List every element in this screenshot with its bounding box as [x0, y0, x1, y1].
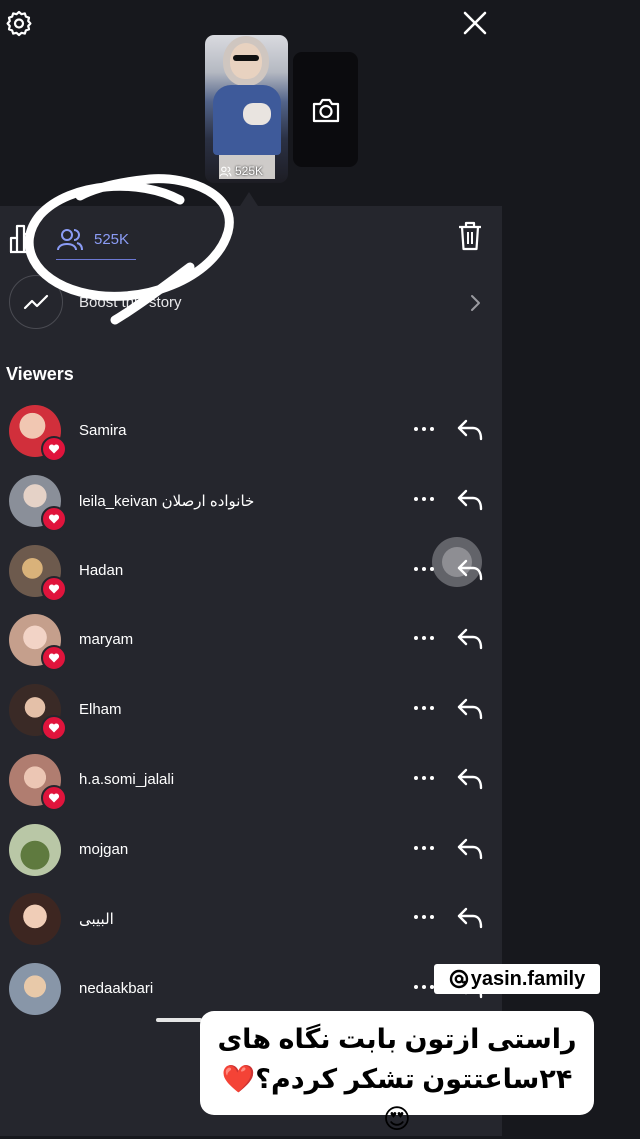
reply-icon[interactable] [455, 834, 485, 864]
reply-icon[interactable] [455, 624, 485, 654]
reply-icon[interactable] [455, 694, 485, 724]
more-options-icon[interactable] [412, 628, 436, 648]
bar-chart-icon[interactable] [8, 222, 36, 254]
more-options-icon[interactable] [412, 768, 436, 788]
thumbnail-view-count: 525K [219, 164, 263, 178]
like-badge [41, 715, 67, 741]
camera-icon [312, 98, 339, 122]
heart-icon [48, 444, 60, 454]
home-indicator [156, 1018, 202, 1022]
viewer-row[interactable]: Hadan [0, 535, 502, 605]
like-badge [41, 436, 67, 462]
avatar[interactable] [9, 963, 61, 1015]
reply-icon[interactable] [455, 555, 485, 585]
viewer-username[interactable]: maryam [79, 631, 133, 648]
viewer-row[interactable]: h.a.somi_jalali [0, 744, 502, 814]
tab-viewers[interactable]: 525K [56, 218, 136, 260]
viewer-username[interactable]: Samira [79, 422, 127, 439]
like-badge [41, 505, 67, 532]
close-icon[interactable] [460, 8, 490, 38]
viewer-username[interactable]: البیبی [79, 910, 114, 928]
viewer-row[interactable]: Elham [0, 674, 502, 744]
viewer-count: 525K [94, 230, 130, 248]
like-badge [41, 784, 67, 811]
mention-sticker[interactable]: yasin.family [434, 964, 600, 994]
reply-icon[interactable] [455, 903, 485, 933]
caption-line-1: راستی ازتون بابت نگاه های [217, 1024, 577, 1054]
caption-line-2: ۲۴ساعتتون تشکر کردم؟❤️😍 [221, 1064, 573, 1134]
tab-underline [56, 259, 136, 260]
viewer-username[interactable]: leila_keivan خانواده ارصلان [79, 492, 254, 510]
more-options-icon[interactable] [412, 977, 436, 997]
story-stats-tabs: 525K [0, 206, 502, 270]
viewer-row[interactable]: leila_keivan خانواده ارصلان [0, 465, 502, 535]
viewer-row[interactable]: maryam [0, 604, 502, 674]
story-thumbnail[interactable]: 525K [205, 35, 288, 183]
boost-label: Boost this story [79, 294, 182, 311]
thumbnail-person [230, 43, 262, 79]
story-preview-area: 525K [0, 0, 502, 206]
people-icon [219, 166, 232, 177]
reply-icon[interactable] [455, 764, 485, 794]
more-options-icon[interactable] [412, 907, 436, 927]
avatar[interactable] [9, 893, 61, 946]
viewers-heading: Viewers [6, 364, 74, 384]
boost-story-row[interactable]: Boost this story [0, 272, 502, 334]
heart-icon [48, 583, 60, 593]
chevron-right-icon [471, 295, 480, 311]
add-story-camera-button[interactable] [293, 52, 358, 167]
heart-icon [48, 653, 60, 663]
heart-icon [48, 514, 60, 524]
like-badge [41, 575, 67, 602]
gear-icon[interactable] [5, 9, 33, 37]
reply-icon[interactable] [455, 415, 485, 445]
reply-icon[interactable] [455, 485, 485, 515]
story-viewers-screen: 525K 525K Boost this story Viewers Samir… [0, 0, 502, 1136]
more-options-icon[interactable] [412, 838, 436, 858]
mention-username: yasin.family [470, 967, 586, 990]
viewer-username[interactable]: Elham [79, 701, 122, 718]
people-icon [57, 229, 83, 251]
viewer-row[interactable]: البیبی [0, 883, 502, 953]
more-options-icon[interactable] [412, 698, 436, 718]
viewer-row[interactable]: mojgan [0, 814, 502, 884]
more-options-icon[interactable] [412, 559, 436, 579]
trend-up-icon [23, 294, 49, 310]
viewer-username[interactable]: mojgan [79, 841, 128, 858]
viewer-username[interactable]: Hadan [79, 562, 123, 579]
trash-icon[interactable] [456, 220, 484, 252]
at-sign-icon [449, 969, 468, 989]
more-options-icon[interactable] [412, 419, 436, 439]
like-badge [41, 645, 67, 672]
viewer-username[interactable]: h.a.somi_jalali [79, 771, 174, 788]
viewer-row[interactable]: Samira [0, 395, 502, 465]
heart-icon [48, 793, 60, 803]
heart-icon [48, 723, 60, 733]
caption-text-sticker: راستی ازتون بابت نگاه های ۲۴ساعتتون تشکر… [200, 1011, 594, 1134]
avatar[interactable] [9, 823, 61, 876]
selected-thumbnail-pointer [240, 192, 258, 206]
viewer-username[interactable]: nedaakbari [79, 980, 153, 997]
more-options-icon[interactable] [412, 489, 436, 509]
boost-icon-circle [9, 275, 63, 329]
